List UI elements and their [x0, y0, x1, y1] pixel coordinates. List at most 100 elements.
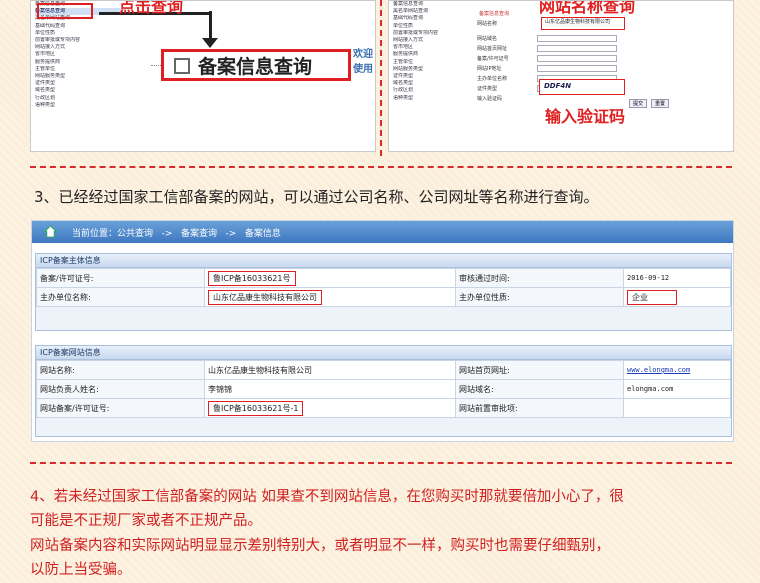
filing-query-button[interactable]: 备案信息查询 — [161, 49, 351, 81]
form-row: 网站IP地址 — [477, 64, 667, 73]
tree-item[interactable]: 语种类型 — [35, 102, 123, 109]
form-input[interactable] — [537, 45, 617, 52]
tree-item[interactable]: 行政区划 — [393, 87, 473, 94]
tree-item[interactable]: 省市地区 — [393, 44, 473, 51]
section4-line1: 4、若未经过国家工信部备案的网站 如果查不到网站信息，在您购买时那就要倍加小心了… — [30, 489, 624, 505]
tree-item[interactable]: 证件类型 — [35, 80, 123, 87]
label-cell: 网站备案/许可证号: — [36, 398, 205, 418]
tree-item[interactable]: 域名类型 — [393, 80, 473, 87]
tree-item[interactable]: 主管单位 — [35, 66, 123, 73]
tree-item[interactable]: 单位性质 — [393, 23, 473, 30]
value-cell: 李锦锦 — [204, 379, 456, 399]
form-input[interactable] — [537, 65, 617, 72]
divider — [30, 166, 732, 168]
form-label: 主办单位名称 — [477, 76, 508, 82]
home-icon[interactable] — [44, 225, 57, 238]
tree-item[interactable]: 服务提供商 — [393, 51, 473, 58]
label-cell: 主办单位性质: — [455, 287, 624, 307]
value-cell: 2016-09-12 — [623, 268, 731, 288]
callout-click-query: 点击查询 — [119, 0, 184, 16]
tree-item[interactable]: 黑名单网站查询 — [393, 8, 473, 15]
tree-item[interactable]: 域名类型 — [35, 87, 123, 94]
license-number: 鲁ICP备16033621号 — [208, 270, 296, 286]
label-cell: 备案/许可证号: — [36, 268, 205, 288]
form-label: 网站名称 — [477, 21, 498, 27]
form-label: 网站域名 — [477, 36, 498, 42]
tree-item[interactable]: 备案信息查询 — [393, 1, 473, 8]
nav-tree: 备案信息查询 黑名单网站查询 基础代码查询 单位性质 前置审批或专项内容 网站接… — [393, 1, 473, 102]
form-buttons: 提交 重置 — [629, 99, 670, 108]
breadcrumb-text: 当前位置：公共查询 -> 备案查询 -> 备案信息 — [72, 228, 281, 239]
form-input[interactable] — [537, 55, 617, 62]
icp-site-box: ICP备案网站信息 网站名称: 山东亿品康生物科技有限公司 网站首页网址: ww… — [35, 345, 732, 437]
value-cell: 企业 — [623, 287, 731, 307]
tree-item[interactable]: 语种类型 — [393, 95, 473, 102]
tree-item[interactable]: 主管单位 — [393, 59, 473, 66]
form-row: 网站首页网址 — [477, 44, 667, 53]
arrow-down-icon — [202, 38, 218, 48]
section4-line4: 以防上当受骗。 — [30, 562, 132, 578]
company-name: 山东亿品康生物科技有限公司 — [208, 289, 322, 305]
section4-line3: 网站备案内容和实际网站明显显示差别特别大，或者明显不一样，购买时也需要仔细甄别， — [30, 538, 610, 554]
label-cell: 网站首页网址: — [455, 360, 624, 380]
section3-text: 3、已经经过国家工信部备案的网站，可以通过公司名称、公司网址等名称进行查询。 — [34, 188, 599, 206]
tree-item[interactable]: 证件类型 — [393, 73, 473, 80]
tree-item[interactable]: 前置审批或专项内容 — [393, 30, 473, 37]
tree-item[interactable]: 行政区划 — [35, 95, 123, 102]
tree-item[interactable]: 省市地区 — [35, 51, 123, 58]
section4-line2: 可能是不正规厂家或者不正规产品。 — [30, 513, 262, 529]
form-label: 证件类型 — [477, 86, 498, 92]
icp-site-table: 网站名称: 山东亿品康生物科技有限公司 网站首页网址: www.elongma.… — [36, 360, 731, 418]
icp-subject-table: 备案/许可证号: 鲁ICP备16033621号 审核通过时间: 2016-09-… — [36, 268, 731, 307]
label-cell: 网站名称: — [36, 360, 205, 380]
vertical-divider — [380, 0, 382, 156]
tree-item[interactable]: 基础代码查询 — [35, 23, 123, 30]
value-cell: 鲁ICP备16033621号 — [204, 268, 456, 288]
value-cell: elongma.com — [623, 379, 731, 399]
reset-button[interactable]: 重置 — [651, 99, 670, 108]
table-row: 备案/许可证号: 鲁ICP备16033621号 审核通过时间: 2016-09-… — [36, 268, 731, 288]
icp-subject-box: ICP备案主体信息 备案/许可证号: 鲁ICP备16033621号 审核通过时间… — [35, 253, 732, 331]
callout-captcha: 输入验证码 — [545, 107, 626, 126]
tree-item[interactable]: 网站服务类型 — [393, 66, 473, 73]
value-cell: 山东亿品康生物科技有限公司 — [204, 287, 456, 307]
tree-item[interactable]: 服务提供商 — [35, 59, 123, 66]
divider — [30, 462, 732, 464]
site-name-input[interactable]: 山东亿品康生物科技有限公司 — [541, 17, 625, 30]
value-cell: 山东亿品康生物科技有限公司 — [204, 360, 456, 380]
company-type: 企业 — [627, 289, 677, 305]
welcome-text: 欢迎使用 — [353, 49, 373, 75]
label-cell: 网站前置审批项: — [455, 398, 624, 418]
captcha-box[interactable]: DDF4N — [539, 79, 625, 95]
filing-query-label: 备案信息查询 — [198, 55, 313, 78]
submit-button[interactable]: 提交 — [629, 99, 648, 108]
tree-item[interactable]: 单位性质 — [35, 30, 123, 37]
icp-site-header: ICP备案网站信息 — [36, 346, 731, 360]
value-cell[interactable]: www.elongma.com — [623, 360, 731, 380]
label-cell: 主办单位名称: — [36, 287, 205, 307]
form-label: 网站IP地址 — [477, 66, 502, 72]
form-label: 网站首页网址 — [477, 46, 508, 52]
table-row: 网站名称: 山东亿品康生物科技有限公司 网站首页网址: www.elongma.… — [36, 360, 731, 380]
highlight-box — [37, 3, 93, 19]
table-row: 主办单位名称: 山东亿品康生物科技有限公司 主办单位性质: 企业 — [36, 287, 731, 307]
page: { "top_left": { "callout": "点击查询", "tree… — [0, 0, 760, 583]
filing-info-panel: 当前位置：公共查询 -> 备案查询 -> 备案信息 ICP备案主体信息 备案/许… — [31, 220, 734, 442]
homepage-link[interactable]: www.elongma.com — [627, 366, 690, 374]
tree-item[interactable]: 前置审批或专项内容 — [35, 37, 123, 44]
tree-item[interactable]: 网站服务类型 — [35, 73, 123, 80]
form-row: 备案/许可证号 — [477, 54, 667, 63]
screenshot-form: 备案信息查询 黑名单网站查询 基础代码查询 单位性质 前置审批或专项内容 网站接… — [388, 0, 734, 152]
form-label: 备案/许可证号 — [477, 56, 509, 62]
tree-item[interactable]: 网站接入方式 — [393, 37, 473, 44]
form-input[interactable] — [537, 35, 617, 42]
table-row: 网站负责人姓名: 李锦锦 网站域名: elongma.com — [36, 379, 731, 399]
site-license-number: 鲁ICP备16033621号-1 — [208, 400, 304, 416]
form-label: 输入验证码 — [477, 96, 503, 102]
tree-item[interactable]: 网站接入方式 — [35, 44, 123, 51]
screenshot-menu: 备案信息查询 备案信息查询 黑名单网站查询 基础代码查询 单位性质 前置审批或专… — [30, 0, 376, 152]
icp-subject-header: ICP备案主体信息 — [36, 254, 731, 268]
breadcrumb: 当前位置：公共查询 -> 备案查询 -> 备案信息 — [32, 221, 733, 243]
tree-item[interactable]: 基础代码查询 — [393, 15, 473, 22]
label-cell: 网站负责人姓名: — [36, 379, 205, 399]
